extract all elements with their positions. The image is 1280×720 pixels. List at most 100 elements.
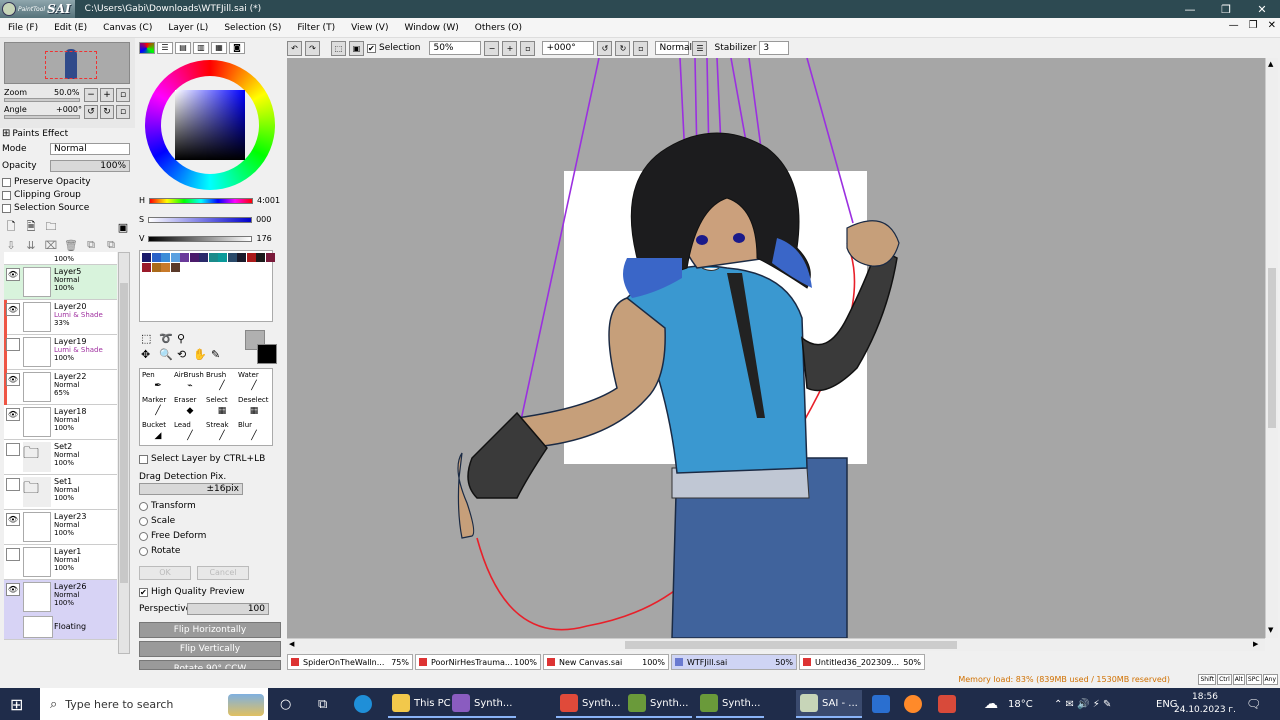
document-tab[interactable]: WTFJill.sai 50% [671, 654, 797, 670]
rotate-reset-small-button[interactable]: ▫ [633, 40, 649, 56]
layer-item[interactable]: 👁 Layer20 Lumi & Shade 33% [4, 300, 117, 335]
firefox-icon[interactable] [904, 688, 922, 720]
color-swatch[interactable] [161, 263, 170, 272]
color-swatch[interactable] [151, 263, 161, 272]
zoom-fit-button[interactable]: ▫ [520, 40, 536, 56]
tool-pen[interactable]: Pen ✒ [142, 371, 174, 395]
layer-item[interactable]: 👁 Layer18 Normal 100% [4, 405, 117, 440]
drawing-canvas[interactable] [287, 58, 1265, 638]
rotate-reset-button[interactable]: ▫ [116, 105, 130, 119]
menu-selection[interactable]: Selection (S) [216, 23, 289, 33]
stabilizer-select[interactable]: 3 [759, 41, 790, 55]
zoom-slider[interactable] [4, 98, 80, 102]
photos-icon[interactable] [938, 688, 956, 720]
color-swatch[interactable] [142, 253, 151, 262]
minimize-button[interactable]: — [1172, 0, 1208, 18]
deselect-button[interactable]: ⬚ [331, 40, 346, 56]
free-deform-radio[interactable]: Free Deform [139, 531, 206, 541]
zoom-out-button[interactable]: − [84, 88, 98, 102]
move-icon[interactable]: ✥ [141, 348, 150, 361]
zoom-select[interactable]: 50% [429, 41, 482, 55]
task-view-icon[interactable]: ⧉ [318, 688, 327, 720]
preserve-opacity-checkbox[interactable]: Preserve Opacity [2, 177, 91, 187]
close-button[interactable]: ✕ [1244, 0, 1280, 18]
tool-bucket[interactable]: Bucket ◢ [142, 421, 174, 445]
hidden-toggle[interactable] [6, 338, 20, 351]
color-swatch[interactable] [170, 253, 180, 262]
edge-icon[interactable] [354, 688, 372, 720]
saturation-slider[interactable] [148, 216, 253, 223]
high-quality-preview-checkbox[interactable]: High Quality Preview [139, 587, 245, 597]
secondary-color-swatch[interactable] [257, 344, 277, 364]
flip-vertically-button[interactable]: Flip Vertically [139, 641, 281, 657]
tray-icons[interactable]: ⌃ ✉ 🔊 ⚡ ✎ [1054, 688, 1111, 720]
rgb-slider-tab[interactable]: ☰ [157, 42, 173, 54]
color-swatch[interactable] [265, 253, 275, 262]
tool-marker[interactable]: Marker ╱ [142, 396, 174, 420]
scale-radio[interactable]: Scale [139, 516, 175, 526]
rotate-tool-icon[interactable]: ⟲ [177, 348, 186, 361]
layer-item-partial[interactable]: 100% [4, 252, 117, 265]
taskbar-app[interactable]: Synth... [624, 690, 693, 718]
rotate-radio[interactable]: Rotate [139, 546, 180, 556]
navigator-preview[interactable] [4, 42, 130, 84]
invert-selection-button[interactable]: ▣ [349, 40, 364, 56]
eyedropper-icon[interactable]: ✎ [211, 348, 220, 361]
blend-menu-button[interactable]: ☰ [692, 40, 708, 56]
tool-select[interactable]: Select ▦ [206, 396, 238, 420]
color-swatch[interactable] [218, 253, 227, 262]
hidden-toggle[interactable] [6, 548, 20, 561]
eye-icon[interactable]: 👁 [6, 408, 20, 421]
tool-blur[interactable]: Blur ╱ [238, 421, 270, 445]
maximize-button[interactable]: ❐ [1208, 0, 1244, 18]
menu-canvas[interactable]: Canvas (C) [95, 23, 160, 33]
clear-layer-icon[interactable]: ⌧ [44, 238, 58, 252]
color-swatch[interactable] [151, 253, 161, 262]
tool-streak[interactable]: Streak ╱ [206, 421, 238, 445]
taskbar-app[interactable]: This PC [388, 690, 455, 718]
color-swatch[interactable] [227, 253, 237, 262]
layer-item[interactable]: Layer19 Lumi & Shade 100% [4, 335, 117, 370]
color-swatch[interactable] [170, 263, 180, 272]
color-swatch[interactable] [199, 253, 208, 262]
scroll-thumb[interactable] [120, 283, 128, 583]
select-by-ctrl-checkbox[interactable]: Select Layer by CTRL+LB [139, 454, 265, 464]
eye-icon[interactable]: 👁 [6, 373, 20, 386]
tool-brush[interactable]: Brush ╱ [206, 371, 238, 395]
new-set-icon[interactable]: 🗀 [44, 220, 58, 234]
zoom-in-button[interactable]: + [100, 88, 114, 102]
opacity-slider[interactable]: 100% [50, 160, 130, 172]
tool-lead[interactable]: Lead ╱ [174, 421, 206, 445]
selection-source-checkbox[interactable]: Selection Source [2, 203, 89, 213]
selection-toggle[interactable]: Selection [367, 43, 420, 53]
taskbar-app[interactable]: Synth... [556, 690, 625, 718]
menu-window[interactable]: Window (W) [396, 23, 466, 33]
doc-minimize-button[interactable]: — [1229, 20, 1239, 31]
layer-item[interactable]: 👁 Layer5 Normal 100% [4, 265, 117, 300]
taskbar-search[interactable]: ⌕ Type here to search [40, 688, 268, 720]
color-swatch[interactable] [142, 263, 151, 272]
redo-button[interactable]: ↷ [305, 40, 320, 56]
scroll-down-icon[interactable]: ▼ [1268, 626, 1273, 634]
layer-extra-icon[interactable]: ⧉ [84, 238, 98, 252]
angle-select[interactable]: +000° [542, 41, 595, 55]
layer-item[interactable]: 👁 Layer22 Normal 65% [4, 370, 117, 405]
cortana-icon[interactable]: ○ [280, 688, 291, 720]
ok-button[interactable]: OK [139, 566, 191, 580]
rect-select-icon[interactable]: ⬚ [141, 332, 151, 345]
layer-extra2-icon[interactable]: ⧉ [104, 238, 118, 252]
hidden-toggle[interactable] [6, 443, 20, 456]
menu-layer[interactable]: Layer (L) [160, 23, 216, 33]
perspective-slider[interactable]: 100 [187, 603, 269, 615]
windows-start-icon[interactable]: ⊞ [10, 688, 23, 720]
zoom-tool-icon[interactable]: 🔍 [159, 348, 173, 361]
gradient-tab[interactable]: ▥ [193, 42, 209, 54]
scratchpad-tab[interactable]: ◙ [229, 42, 245, 54]
store-icon[interactable] [872, 688, 890, 720]
color-swatch[interactable] [256, 253, 265, 262]
hsv-slider-tab[interactable]: ▤ [175, 42, 191, 54]
menu-file[interactable]: File (F) [0, 23, 46, 33]
transfer-down-icon[interactable]: ⇩ [4, 238, 18, 252]
eye-icon[interactable]: 👁 [6, 268, 20, 281]
color-swatch[interactable] [180, 253, 189, 262]
